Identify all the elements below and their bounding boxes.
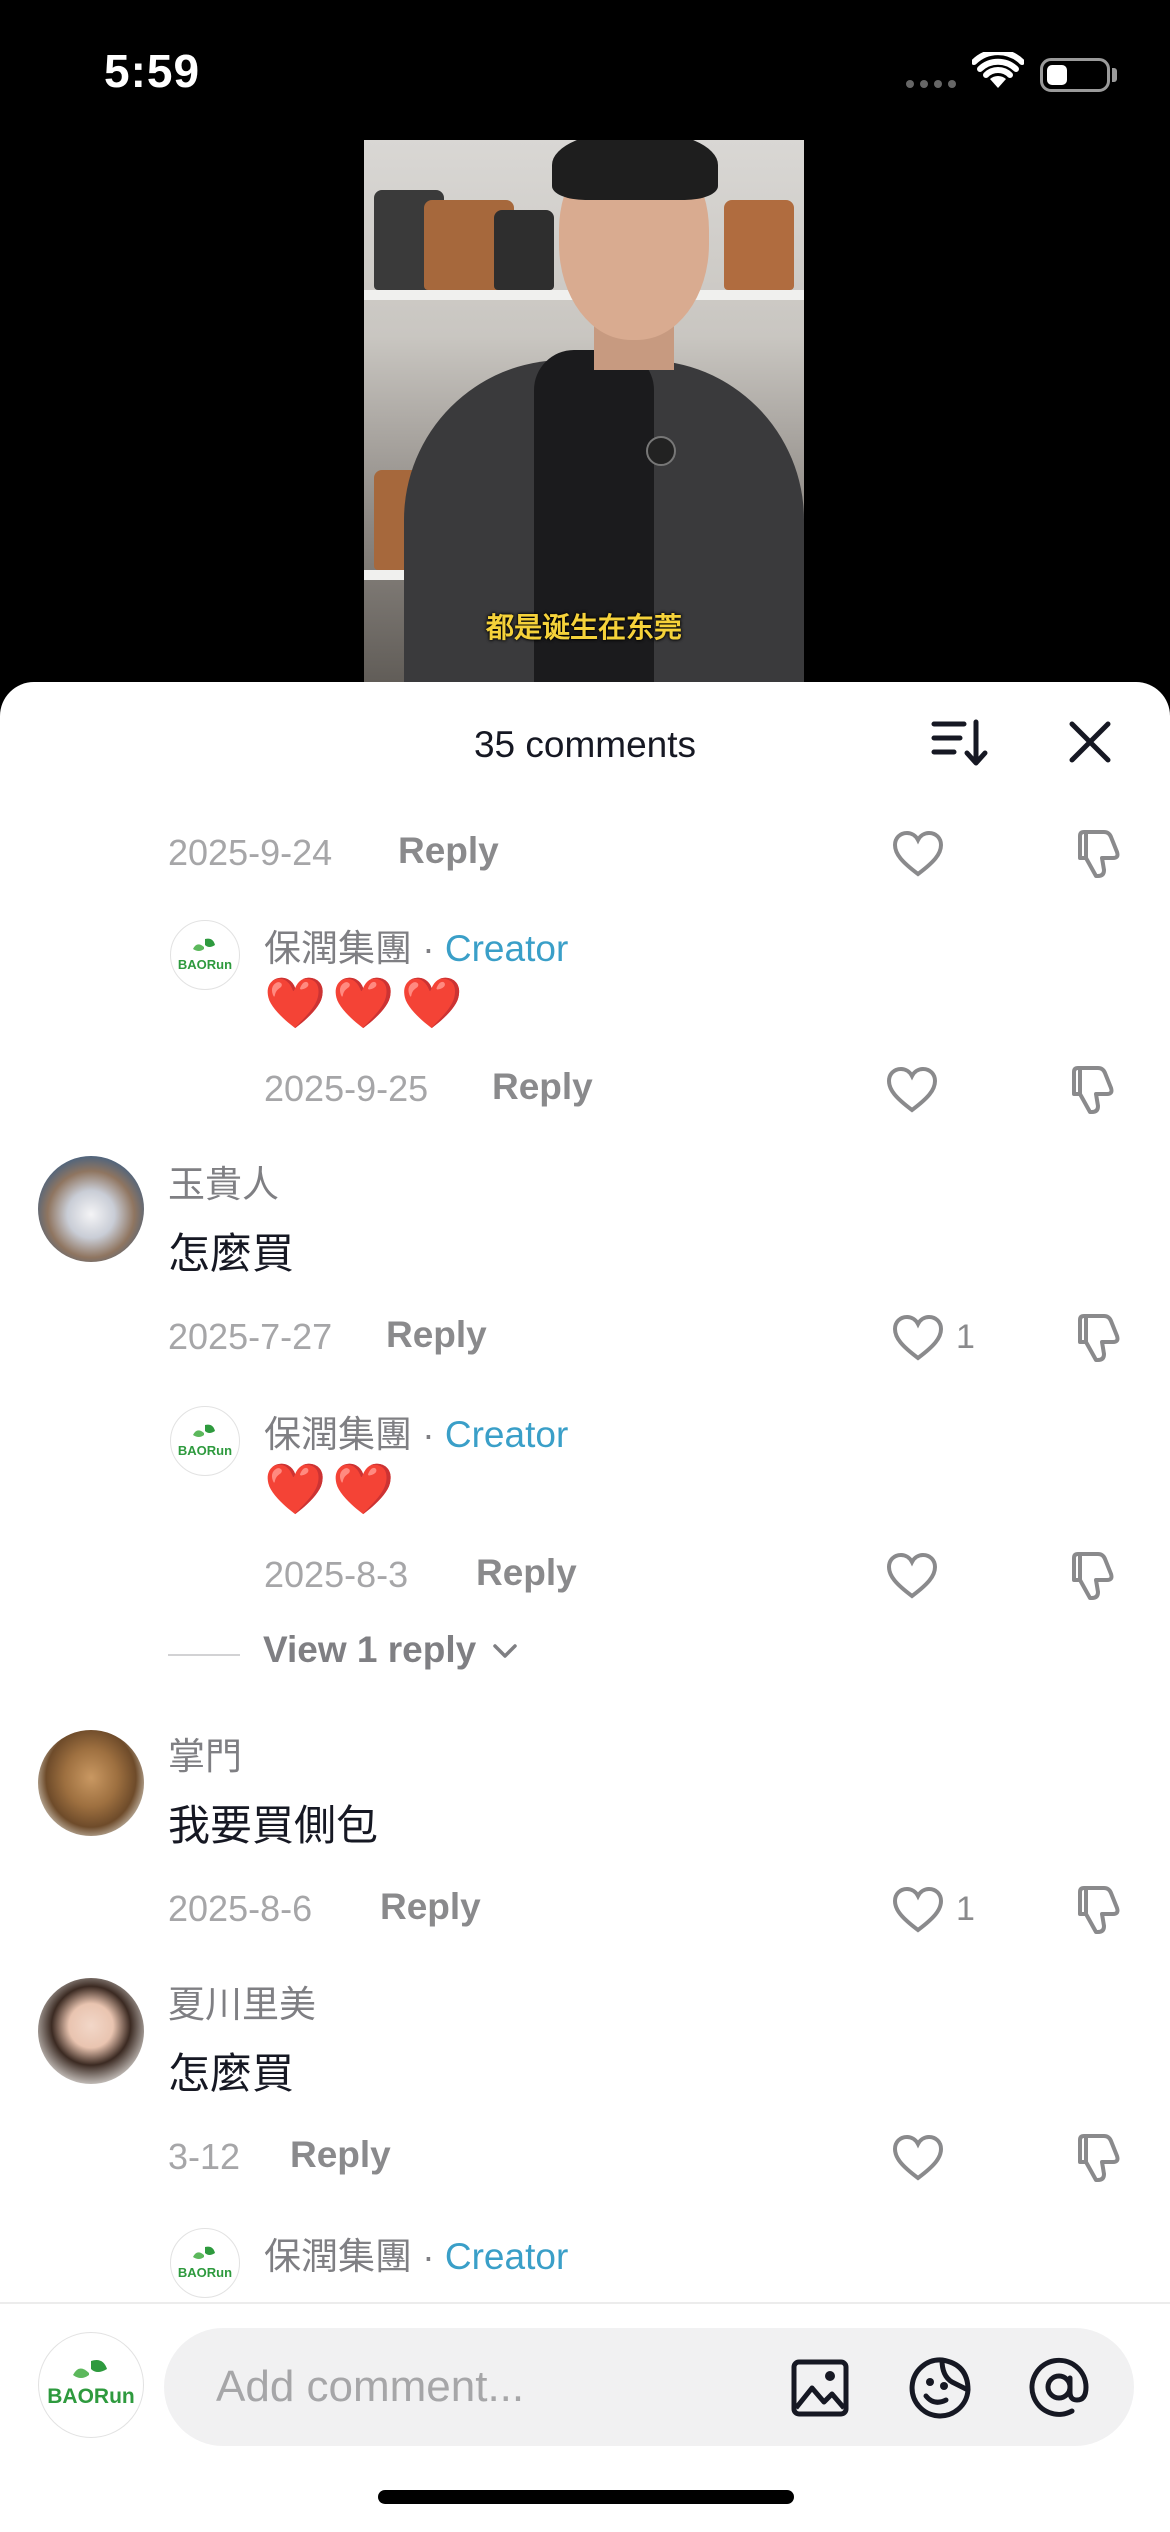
creator-avatar[interactable]: BAORun [170, 920, 240, 990]
leaf-icon [193, 1424, 215, 1437]
comment-author[interactable]: 保潤集團 · Creator [264, 2226, 568, 2280]
view-replies-divider [168, 1654, 240, 1656]
like-heart-icon[interactable] [892, 830, 944, 878]
comment-composer [164, 2328, 1134, 2446]
like-heart-icon[interactable] [886, 1066, 938, 1114]
comment-author[interactable]: 掌門 [168, 1726, 242, 1780]
dislike-icon[interactable] [1066, 1550, 1116, 1602]
dislike-icon[interactable] [1072, 1312, 1122, 1364]
comment-date: 2025-9-24 [168, 832, 333, 873]
comment-date: 2025-9-25 [264, 1068, 429, 1109]
like-count: 1 [956, 1318, 975, 1356]
sort-icon[interactable] [930, 716, 990, 770]
comment-author[interactable]: 保潤集團 · Creator [264, 918, 568, 972]
reply-button[interactable]: Reply [492, 1066, 593, 1108]
cellular-signal-icon [906, 80, 958, 90]
person-hair [552, 140, 718, 200]
wifi-icon [972, 52, 1024, 88]
battery-icon [1040, 58, 1110, 92]
brand-logo-text: BAORun [177, 2265, 233, 2280]
add-comment-input[interactable] [214, 2354, 778, 2420]
like-count: 1 [956, 1890, 975, 1928]
video-subtitle: 都是诞生在东莞 [485, 611, 682, 644]
author-name: 保潤集團 [264, 928, 412, 969]
author-name: 保潤集團 [264, 2236, 412, 2277]
close-icon[interactable] [1066, 718, 1114, 766]
person-shirt [534, 350, 654, 700]
composer-divider [0, 2302, 1170, 2304]
creator-badge: Creator [444, 2236, 569, 2277]
battery-cap [1112, 68, 1117, 82]
dislike-icon[interactable] [1072, 2132, 1122, 2184]
leaf-icon [193, 938, 215, 951]
user-avatar[interactable] [38, 1730, 144, 1836]
like-heart-icon[interactable] [892, 1886, 944, 1934]
comment-date: 2025-7-27 [168, 1316, 333, 1357]
reply-button[interactable]: Reply [386, 1314, 487, 1356]
reply-button[interactable]: Reply [398, 830, 499, 872]
comment-text: 怎麼買 [168, 1230, 295, 1277]
emoji-icon[interactable] [908, 2356, 974, 2420]
comments-sheet: 35 comments 2025-9-24 Reply BAORun 保潤集團 … [0, 682, 1170, 2532]
comment-date: 2025-8-3 [264, 1554, 409, 1595]
handbag [724, 200, 794, 290]
status-bar: 5:59 [0, 0, 1170, 140]
dislike-icon[interactable] [1072, 828, 1122, 880]
like-heart-icon[interactable] [892, 2134, 944, 2182]
like-heart-icon[interactable] [892, 1314, 944, 1362]
creator-avatar[interactable]: BAORun [170, 2228, 240, 2298]
image-icon[interactable] [790, 2358, 850, 2418]
comment-text: ❤️❤️❤️ [264, 975, 469, 1031]
brand-logo-text: BAORun [47, 2385, 135, 2408]
reply-button[interactable]: Reply [290, 2134, 391, 2176]
comment-text: 怎麼買 [168, 2050, 295, 2097]
video-thumbnail[interactable]: 都是诞生在东莞 [364, 140, 804, 700]
my-avatar[interactable]: BAORun [38, 2332, 144, 2438]
comment-author[interactable]: 玉貴人 [168, 1154, 279, 1208]
home-indicator [378, 2490, 794, 2504]
creator-badge: Creator [444, 928, 569, 969]
dislike-icon[interactable] [1072, 1884, 1122, 1936]
comment-author[interactable]: 夏川里美 [168, 1974, 316, 2028]
view-replies-button[interactable]: View 1 reply [263, 1629, 476, 1671]
author-name: 保潤集團 [264, 1414, 412, 1455]
dislike-icon[interactable] [1066, 1064, 1116, 1116]
comments-count-title: 35 comments [473, 724, 697, 765]
microphone-pin [646, 436, 676, 466]
reply-button[interactable]: Reply [380, 1886, 481, 1928]
chevron-down-icon[interactable] [492, 1642, 518, 1660]
comment-author[interactable]: 保潤集團 · Creator [264, 1404, 568, 1458]
comment-text: 我要買側包 [168, 1802, 379, 1849]
comment-date: 2025-8-6 [168, 1888, 313, 1929]
reply-button[interactable]: Reply [476, 1552, 577, 1594]
user-avatar[interactable] [38, 1978, 144, 2084]
like-heart-icon[interactable] [886, 1552, 938, 1600]
leaf-icon [193, 2246, 215, 2259]
handbag [494, 210, 554, 290]
comment-text: ❤️❤️ [264, 1461, 401, 1517]
comment-date: 3-12 [168, 2136, 241, 2177]
brand-logo-text: BAORun [177, 957, 233, 972]
brand-logo-text: BAORun [177, 1443, 233, 1458]
user-avatar[interactable] [38, 1156, 144, 1262]
creator-avatar[interactable]: BAORun [170, 1406, 240, 1476]
status-time: 5:59 [104, 45, 201, 97]
mention-icon[interactable] [1026, 2354, 1092, 2420]
creator-badge: Creator [444, 1414, 569, 1455]
